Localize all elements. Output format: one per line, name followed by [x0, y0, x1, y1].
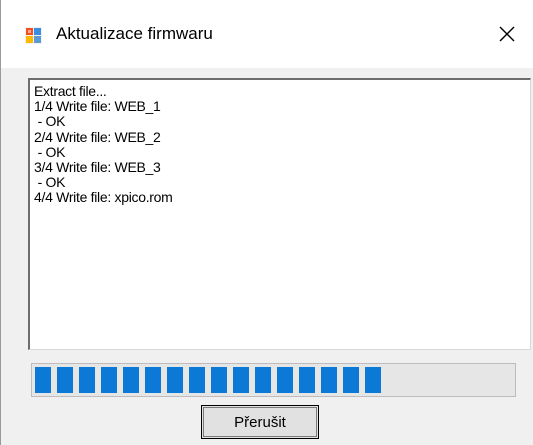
progress-chunk	[211, 367, 227, 393]
progress-chunk	[255, 367, 271, 393]
close-button[interactable]	[489, 16, 525, 52]
log-line: 1/4 Write file: WEB_1	[34, 98, 161, 115]
log-line: 3/4 Write file: WEB_3	[34, 159, 161, 176]
progress-chunk	[123, 367, 139, 393]
progress-chunk	[145, 367, 161, 393]
progress-chunk	[343, 367, 359, 393]
log-line: - OK	[34, 143, 66, 160]
progress-chunk	[321, 367, 337, 393]
log-line: 2/4 Write file: WEB_2	[34, 128, 161, 145]
progress-chunk	[79, 367, 95, 393]
progress-bar	[31, 363, 516, 397]
progress-chunk	[189, 367, 205, 393]
firmware-update-window: Aktualizace firmwaru Extract file... 1/4…	[0, 0, 533, 445]
progress-chunk	[57, 367, 73, 393]
log-line: - OK	[34, 113, 66, 130]
cancel-button[interactable]: Přerušit	[201, 405, 319, 439]
progress-chunk	[365, 367, 381, 393]
progress-chunk	[299, 367, 315, 393]
log-line: Extract file...	[34, 83, 107, 99]
log-lines: Extract file... 1/4 Write file: WEB_1 - …	[34, 83, 173, 206]
window-title: Aktualizace firmwaru	[56, 24, 213, 43]
title-bar[interactable]: Aktualizace firmwaru	[1, 0, 533, 68]
progress-chunk	[233, 367, 249, 393]
dialog-client-area: Extract file... 1/4 Write file: WEB_1 - …	[1, 68, 533, 445]
log-line: 4/4 Write file: xpico.rom	[34, 189, 173, 206]
log-line: - OK	[34, 174, 66, 191]
progress-chunk	[277, 367, 293, 393]
app-window-icon	[25, 27, 42, 44]
progress-chunk	[35, 367, 51, 393]
log-output-textbox[interactable]: Extract file... 1/4 Write file: WEB_1 - …	[28, 78, 531, 350]
progress-chunk	[101, 367, 117, 393]
close-icon	[499, 26, 515, 42]
progress-chunk	[167, 367, 183, 393]
